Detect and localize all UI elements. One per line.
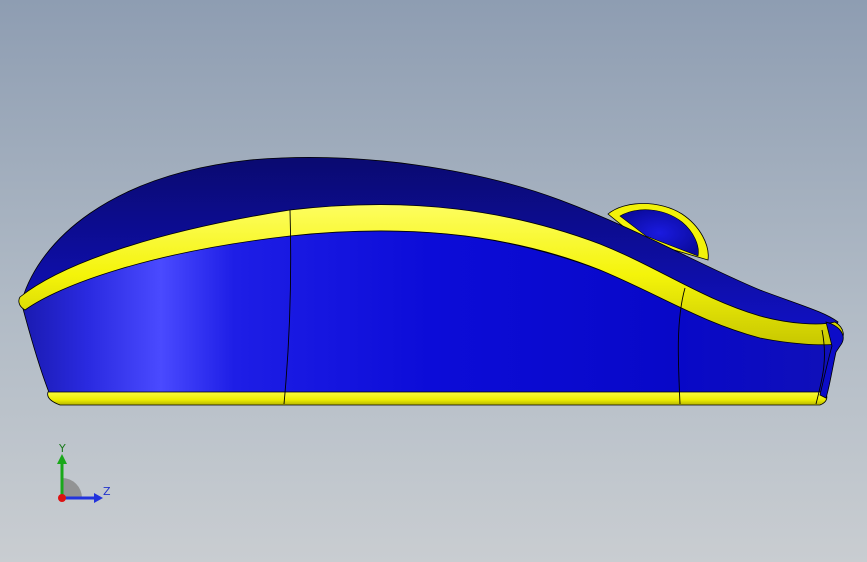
triad-icon: [57, 454, 103, 503]
base-strip[interactable]: [47, 391, 828, 406]
mouse-model[interactable]: [0, 0, 867, 562]
z-axis-label: Z: [103, 485, 111, 498]
coordinate-triad: Y Z: [40, 440, 120, 510]
graphics-viewport[interactable]: Y Z: [0, 0, 867, 562]
y-axis-label: Y: [59, 442, 66, 455]
